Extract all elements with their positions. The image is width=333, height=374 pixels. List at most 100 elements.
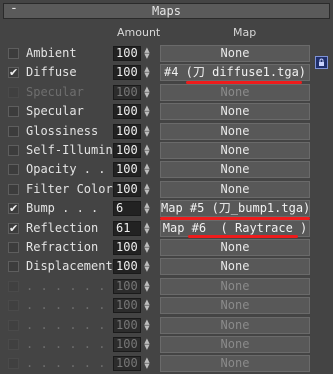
map-column-header: Map	[233, 26, 257, 39]
map-slot-button[interactable]: None	[160, 142, 310, 159]
amount-input[interactable]: 100	[113, 181, 141, 197]
map-slot-row: Opacity . . 100 ▲ ▼ None	[0, 160, 333, 180]
annotation-underline	[188, 235, 298, 238]
enable-checkbox[interactable]	[8, 164, 19, 176]
enable-checkbox[interactable]	[8, 242, 19, 253]
map-slot-button[interactable]: None	[160, 277, 310, 295]
amount-input[interactable]: 100	[113, 143, 141, 158]
spinner-arrows-icon[interactable]: ▲ ▼	[142, 241, 152, 255]
spinner-arrows-icon[interactable]: ▲ ▼	[142, 47, 152, 61]
spinner-arrows-icon[interactable]: ▲ ▼	[142, 163, 152, 177]
amount-input: 100	[113, 298, 141, 314]
annotation-underline	[160, 217, 310, 220]
amount-input: 100	[113, 356, 141, 372]
enable-checkbox[interactable]: ✔	[8, 66, 19, 80]
map-slot-label: Displacement	[26, 259, 113, 274]
map-slot-row: ✔ Diffuse 100 ▲ ▼ #4 (刀 diffuse1.tga)	[0, 63, 333, 83]
amount-input[interactable]: 100	[113, 65, 141, 81]
spinner-arrows-icon[interactable]: ▲ ▼	[142, 144, 152, 158]
map-slot-row: . . . . . . 100 ▲ ▼ None	[0, 335, 333, 355]
map-slot-label: Refraction	[26, 240, 99, 254]
map-slot-label: Specular	[26, 84, 84, 99]
map-slot-row: . . . . . . 100 ▲ ▼ None	[0, 354, 333, 374]
enable-checkbox[interactable]	[8, 125, 19, 137]
amount-input[interactable]: 100	[113, 162, 141, 178]
rollout-title: Maps	[152, 4, 181, 18]
enable-checkbox[interactable]	[8, 145, 19, 156]
map-slot-label: Diffuse	[26, 65, 77, 80]
map-slot-button[interactable]: None	[160, 180, 310, 198]
enable-checkbox	[8, 358, 19, 370]
map-slot-label: Self-Illumin	[26, 143, 113, 157]
map-slot-button[interactable]: None	[160, 239, 310, 256]
map-slot-label: . . . . . .	[26, 298, 106, 313]
map-slot-button[interactable]: None	[160, 103, 310, 121]
spinner-arrows-icon[interactable]: ▲ ▼	[142, 66, 152, 80]
enable-checkbox[interactable]: ✔	[8, 202, 19, 216]
amount-input: 100	[113, 84, 141, 100]
map-slot-label: . . . . . .	[26, 278, 106, 293]
enable-checkbox[interactable]	[8, 48, 19, 59]
amount-input[interactable]: 100	[113, 123, 141, 139]
map-slot-button[interactable]: None	[160, 122, 310, 140]
map-slot-label: . . . . . .	[26, 356, 106, 371]
rollout-header[interactable]: - Maps	[3, 1, 330, 19]
amount-column-header: Amount	[117, 26, 161, 39]
amount-input[interactable]: 100	[113, 104, 141, 120]
amount-input: 100	[113, 317, 141, 333]
amount-input[interactable]: 6	[113, 201, 141, 217]
map-slot-row: Refraction 100 ▲ ▼ None	[0, 238, 333, 258]
map-slot-button[interactable]: Map #5 (刀_bump1.tga)	[160, 200, 310, 218]
spinner-arrows-icon[interactable]: ▲ ▼	[142, 202, 152, 216]
map-slot-row: . . . . . . 100 ▲ ▼ None	[0, 277, 333, 297]
enable-checkbox[interactable]	[8, 261, 19, 273]
map-slot-button[interactable]: #4 (刀 diffuse1.tga)	[160, 64, 310, 82]
map-slot-label: Ambient	[26, 46, 77, 60]
map-slot-label: Glossiness	[26, 123, 99, 138]
spinner-arrows-icon: ▲ ▼	[144, 356, 150, 371]
map-slot-button[interactable]: None	[160, 316, 310, 334]
enable-checkbox[interactable]	[8, 106, 19, 118]
map-slot-label: Bump . . .	[26, 201, 99, 216]
check-icon: ✔	[9, 202, 19, 216]
map-slot-button[interactable]: None	[160, 83, 310, 101]
map-slot-row: Self-Illumin 100 ▲ ▼ None	[0, 141, 333, 161]
map-slot-button[interactable]: None	[160, 297, 310, 315]
map-slot-row: . . . . . . 100 ▲ ▼ None	[0, 296, 333, 316]
lock-icon[interactable]	[315, 56, 328, 69]
spinner-arrows-icon: ▲ ▼	[144, 337, 150, 351]
amount-input: 100	[113, 337, 141, 352]
enable-checkbox	[8, 339, 19, 350]
amount-input[interactable]: 100	[113, 240, 141, 255]
enable-checkbox	[8, 319, 19, 331]
map-slot-button[interactable]: None	[160, 161, 310, 179]
map-slot-row: Ambient 100 ▲ ▼ None	[0, 44, 333, 64]
spinner-arrows-icon: ▲ ▼	[144, 84, 150, 99]
map-slot-label: Reflection	[26, 220, 99, 235]
map-slot-row: Filter Color 100 ▲ ▼ None	[0, 180, 333, 200]
spinner-arrows-icon: ▲ ▼	[144, 278, 150, 293]
spinner-arrows-icon[interactable]: ▲ ▼	[142, 105, 152, 119]
enable-checkbox[interactable]: ✔	[8, 221, 19, 235]
map-slot-button[interactable]: None	[160, 258, 310, 276]
map-slot-label: . . . . . .	[26, 337, 106, 351]
spinner-arrows-icon[interactable]: ▲ ▼	[142, 221, 152, 236]
check-icon: ✔	[9, 66, 19, 80]
spinner-arrows-icon[interactable]: ▲ ▼	[142, 182, 152, 197]
spinner-arrows-icon[interactable]: ▲ ▼	[142, 124, 152, 139]
spinner-arrows-icon[interactable]: ▲ ▼	[142, 260, 152, 274]
map-slot-button[interactable]: None	[160, 45, 310, 62]
map-slot-row: ✔ Bump . . . 6 ▲ ▼ Map #5 (刀_bump1.tga)	[0, 199, 333, 219]
map-slot-label: Opacity . .	[26, 162, 106, 177]
enable-checkbox	[8, 300, 19, 312]
map-slot-button[interactable]: None	[160, 336, 310, 353]
enable-checkbox	[8, 86, 19, 98]
amount-input[interactable]: 100	[113, 259, 141, 275]
enable-checkbox	[8, 280, 19, 292]
check-icon: ✔	[9, 221, 19, 235]
spinner-arrows-icon: ▲ ▼	[144, 317, 150, 332]
map-slot-row: Specular 100 ▲ ▼ None	[0, 83, 333, 103]
amount-input[interactable]: 100	[113, 46, 141, 61]
amount-input[interactable]: 61	[113, 220, 141, 236]
enable-checkbox[interactable]	[8, 183, 19, 195]
